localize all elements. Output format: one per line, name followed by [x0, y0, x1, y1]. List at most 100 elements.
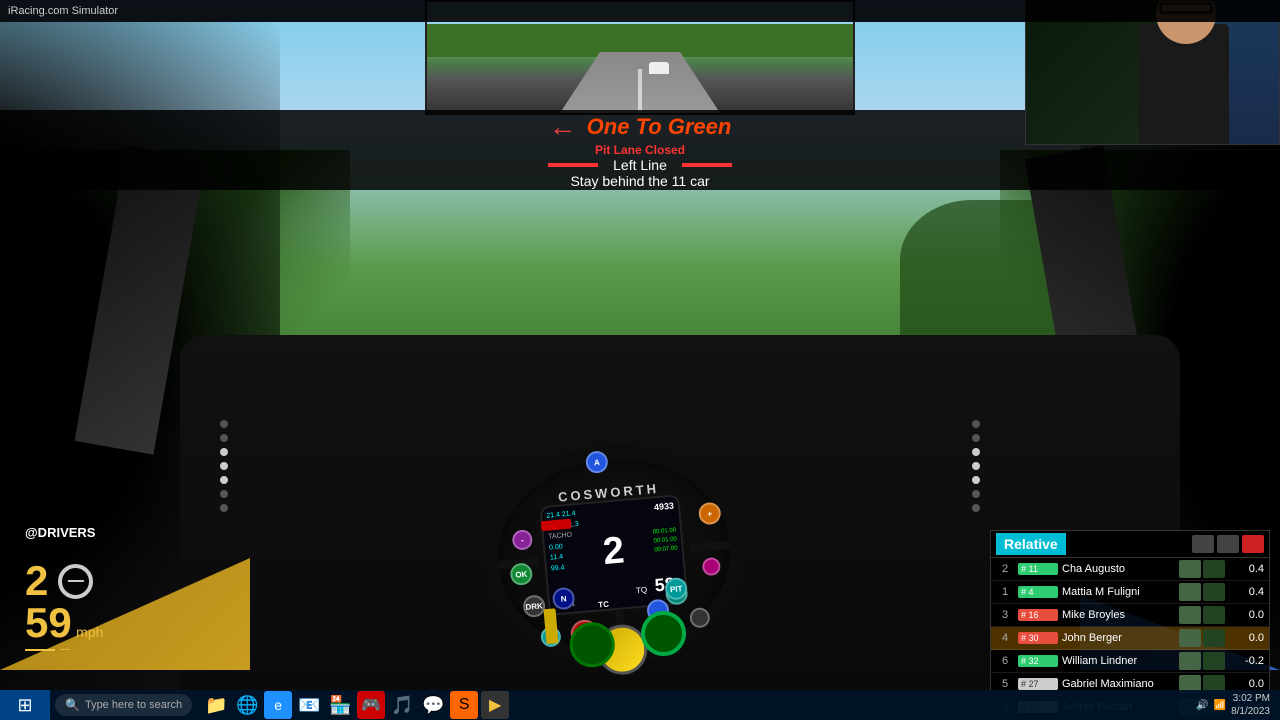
- rel-name-1: Mattia M Fuligni: [1062, 586, 1175, 598]
- sw-tq-btn: TQ: [636, 585, 648, 595]
- rel-val-4: -0.2: [1229, 655, 1264, 667]
- taskbar-tray: 🔊 📶 3:02 PM 8/1/2023: [1186, 692, 1280, 718]
- taskbar-app-7[interactable]: 🎵: [388, 691, 416, 719]
- search-placeholder: Type here to search: [85, 699, 182, 711]
- tray-icon-2: 📶: [1214, 700, 1226, 711]
- rel-icon-a-2: [1179, 606, 1201, 624]
- one-to-green-text: One To Green: [587, 114, 732, 140]
- dot-2: [220, 434, 228, 442]
- red-bar-right: [682, 163, 732, 167]
- speed-display: 2 59 mph —: [25, 560, 103, 655]
- taskbar-app-4[interactable]: 📧: [295, 691, 323, 719]
- dot-7: [220, 504, 228, 512]
- rel-icons-3: [1179, 629, 1225, 647]
- taskbar-app-8[interactable]: 💬: [419, 691, 447, 719]
- rel-icon-b-3: [1203, 629, 1225, 647]
- speed-value: 59: [25, 599, 72, 646]
- indicator-dots-right: [972, 420, 980, 512]
- rel-num-1: # 4: [1018, 586, 1058, 598]
- rel-icon-a-0: [1179, 560, 1201, 578]
- start-button[interactable]: ⊞: [0, 690, 50, 720]
- sw-position: 2: [601, 531, 625, 571]
- rel-icon-2[interactable]: [1217, 535, 1239, 553]
- cam-road-line: [638, 69, 642, 113]
- left-line-text: Left Line: [613, 157, 667, 173]
- dot-r1: [972, 420, 980, 428]
- indicator-dots-left: [220, 420, 228, 512]
- dot-r4: [972, 462, 980, 470]
- taskbar-app-10[interactable]: ▶: [481, 691, 509, 719]
- sw-timers: 00:01.00 00:01.00 00:07.00: [652, 527, 678, 556]
- sw-tc-label: TC: [598, 600, 609, 610]
- rel-pos-2: 3: [996, 609, 1014, 621]
- taskbar-app-2[interactable]: 🌐: [233, 691, 261, 719]
- steering-wheel: 21.4 21.4 -21.3 21.3 TACHO 0.00 11.4 99.…: [475, 434, 753, 676]
- taskbar-app-1[interactable]: 📁: [202, 691, 230, 719]
- rel-name-3: John Berger: [1062, 632, 1175, 644]
- rel-val-5: 0.0: [1229, 678, 1264, 690]
- rel-icon-b-1: [1203, 583, 1225, 601]
- rel-icon-red[interactable]: [1242, 535, 1264, 553]
- rel-val-0: 0.4: [1229, 563, 1264, 575]
- dot-1: [220, 420, 228, 428]
- dot-r3: [972, 448, 980, 456]
- relative-header-icons: [1192, 535, 1264, 553]
- taskbar-app-6[interactable]: 🎮: [357, 691, 385, 719]
- rel-icon-1[interactable]: [1192, 535, 1214, 553]
- taskbar-app-9[interactable]: S: [450, 691, 478, 719]
- clock-display: 3:02 PM 8/1/2023: [1231, 692, 1270, 718]
- rel-icon-a-4: [1179, 652, 1201, 670]
- rel-icons-0: [1179, 560, 1225, 578]
- stay-behind-text: Stay behind the 11 car: [570, 173, 709, 189]
- relative-row-4: 6 # 32 William Lindner -0.2: [991, 650, 1269, 673]
- taskbar-apps: 📁 🌐 e 📧 🏪 🎮 🎵 💬 S ▶: [197, 691, 1186, 719]
- cam-car-ahead: [649, 62, 669, 74]
- rel-pos-0: 2: [996, 563, 1014, 575]
- rel-name-2: Mike Broyles: [1062, 609, 1175, 621]
- red-bar-left: [548, 163, 598, 167]
- rel-icon-a-3: [1179, 629, 1201, 647]
- relative-row-0: 2 # 11 Cha Augusto 0.4: [991, 558, 1269, 581]
- rel-icon-a-1: [1179, 583, 1201, 601]
- windows-icon: ⊞: [17, 695, 32, 716]
- dot-4: [220, 462, 228, 470]
- relative-row-3: 4 # 30 John Berger 0.0: [991, 627, 1269, 650]
- rel-num-4: # 32: [1018, 655, 1058, 667]
- rel-name-0: Cha Augusto: [1062, 563, 1175, 575]
- rel-pos-5: 5: [996, 678, 1014, 690]
- title-bar: iRacing.com Simulator: [0, 0, 1280, 22]
- relative-row-2: 3 # 16 Mike Broyles 0.0: [991, 604, 1269, 627]
- taskbar-app-3[interactable]: e: [264, 691, 292, 719]
- taskbar: ⊞ 🔍 Type here to search 📁 🌐 e 📧 🏪 🎮 🎵 💬 …: [0, 690, 1280, 720]
- rel-icons-1: [1179, 583, 1225, 601]
- rel-icons-4: [1179, 652, 1225, 670]
- rel-icons-2: [1179, 606, 1225, 624]
- title-text: iRacing.com Simulator: [8, 5, 118, 17]
- rel-icon-b-2: [1203, 606, 1225, 624]
- tray-icon-1: 🔊: [1196, 700, 1208, 711]
- rel-pos-3: 4: [996, 632, 1014, 644]
- dot-r6: [972, 490, 980, 498]
- one-to-green-container: ← One To Green Pit Lane Closed Left Line…: [548, 111, 732, 189]
- rel-val-3: 0.0: [1229, 632, 1264, 644]
- taskbar-app-5[interactable]: 🏪: [326, 691, 354, 719]
- dot-r7: [972, 504, 980, 512]
- gear-indicator: 2: [25, 560, 48, 602]
- rel-name-4: William Lindner: [1062, 655, 1175, 667]
- rel-pos-1: 1: [996, 586, 1014, 598]
- dot-r5: [972, 476, 980, 484]
- dot-r2: [972, 434, 980, 442]
- search-bar[interactable]: 🔍 Type here to search: [55, 694, 192, 716]
- dot-6: [220, 490, 228, 498]
- game-view: 21.4 21.4 -21.3 21.3 TACHO 0.00 11.4 99.…: [0, 0, 1280, 720]
- relative-title: Relative: [996, 533, 1066, 555]
- left-line-row: Left Line: [548, 157, 732, 173]
- rel-pos-4: 6: [996, 655, 1014, 667]
- rel-icon-b-4: [1203, 652, 1225, 670]
- rel-num-0: # 11: [1018, 563, 1058, 575]
- rel-name-5: Gabriel Maximiano: [1062, 678, 1175, 690]
- drivers-label: @DRIVERS: [25, 525, 95, 540]
- gear-speed-row: 2: [25, 560, 103, 602]
- rel-val-1: 0.4: [1229, 586, 1264, 598]
- search-icon: 🔍: [65, 698, 80, 712]
